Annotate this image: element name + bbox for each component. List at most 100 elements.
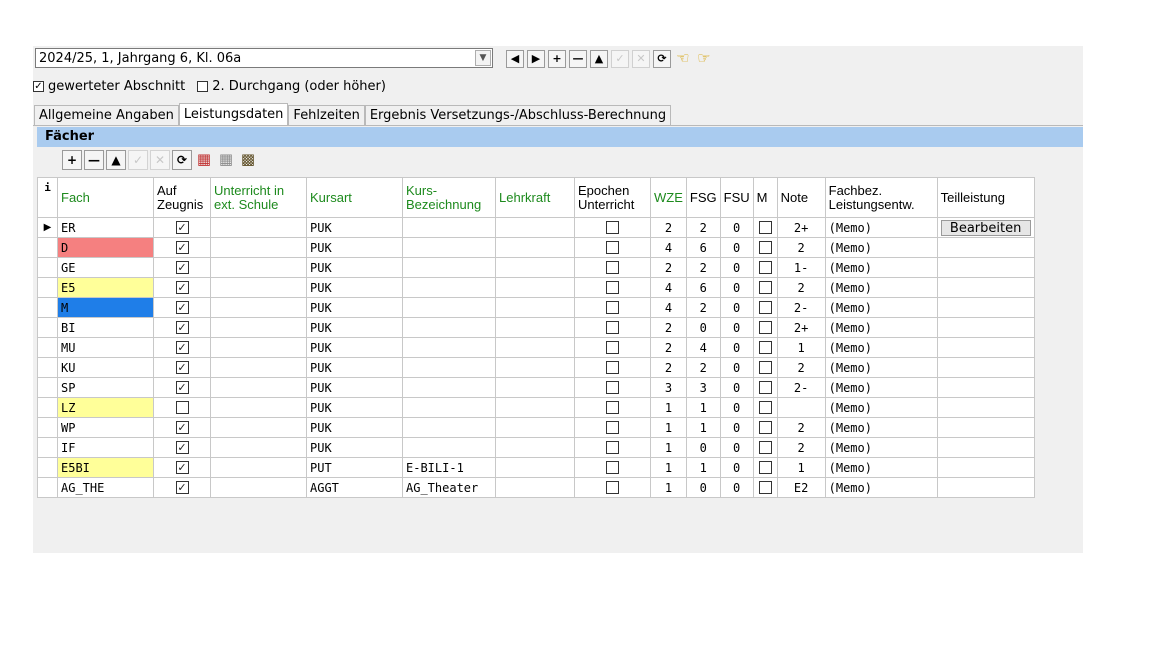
cell-epochen[interactable] <box>574 217 651 238</box>
cell-fsg[interactable]: 2 <box>685 217 721 238</box>
cell-fsg[interactable]: 6 <box>685 237 721 258</box>
cell-note[interactable]: 2 <box>776 437 826 458</box>
tab-ergebnis[interactable]: Ergebnis Versetzungs-/Abschluss-Berechnu… <box>364 105 672 125</box>
cell-note[interactable]: 2+ <box>776 217 826 238</box>
table-row[interactable]: LZ PUK 1 1 0 (Memo) <box>37 397 1035 418</box>
reload-icon[interactable]: ⟳ <box>172 150 192 170</box>
epochen-checkbox[interactable] <box>606 361 619 374</box>
table-row[interactable]: MU ✓ PUK 2 4 0 1 (Memo) <box>37 337 1035 358</box>
cell-kurs-bezeichnung[interactable] <box>402 277 496 298</box>
cell-wze[interactable]: 4 <box>650 297 687 318</box>
cell-unterricht-ext[interactable] <box>210 297 307 318</box>
cell-lehrkraft[interactable] <box>495 317 575 338</box>
cell-wze[interactable]: 2 <box>650 257 687 278</box>
table-row[interactable]: ▶ ER ✓ PUK 2 2 0 2+ (Memo) Bearbeiten <box>37 217 1035 238</box>
cell-unterricht-ext[interactable] <box>210 317 307 338</box>
cell-epochen[interactable] <box>574 237 651 258</box>
cell-epochen[interactable] <box>574 477 651 498</box>
cell-auf-zeugnis[interactable]: ✓ <box>153 417 211 438</box>
table-row[interactable]: IF ✓ PUK 1 0 0 2 (Memo) <box>37 437 1035 458</box>
cell-note[interactable]: 2- <box>776 297 826 318</box>
cell-kurs-bezeichnung[interactable]: AG_Theater <box>402 477 496 498</box>
cell-kurs-bezeichnung[interactable] <box>402 377 496 398</box>
post-check-icon[interactable]: ✓ <box>611 50 629 68</box>
cell-auf-zeugnis[interactable]: ✓ <box>153 437 211 458</box>
cell-kurs-bezeichnung[interactable] <box>402 257 496 278</box>
cell-fach[interactable]: ER <box>57 217 154 238</box>
cell-fsg[interactable]: 2 <box>685 297 721 318</box>
cell-fsu[interactable]: 0 <box>719 277 754 298</box>
cell-kursart[interactable]: PUK <box>306 217 403 238</box>
cell-wze[interactable]: 1 <box>650 417 687 438</box>
m-checkbox[interactable] <box>758 221 772 234</box>
cell-m[interactable] <box>752 397 778 418</box>
cell-kursart[interactable]: PUK <box>306 237 403 258</box>
cell-fsu[interactable]: 0 <box>719 377 754 398</box>
cell-auf-zeugnis[interactable]: ✓ <box>153 237 211 258</box>
cell-fsg[interactable]: 1 <box>685 417 721 438</box>
header-fachbez[interactable]: Fachbez. Leistungsentw. <box>824 177 938 218</box>
cell-teilleistung[interactable] <box>936 357 1035 378</box>
cell-m[interactable] <box>752 417 778 438</box>
insert-record-icon[interactable]: + <box>548 50 566 68</box>
cell-fach[interactable]: KU <box>57 357 154 378</box>
cell-fachbez[interactable]: (Memo) <box>824 397 938 418</box>
cell-fachbez[interactable]: (Memo) <box>824 357 938 378</box>
next-record-icon[interactable]: ▶ <box>527 50 545 68</box>
epochen-checkbox[interactable] <box>606 341 619 354</box>
header-unterricht-ext[interactable]: Unterricht in ext. Schule <box>210 177 307 218</box>
cell-kursart[interactable]: PUK <box>306 277 403 298</box>
cell-wze[interactable]: 1 <box>650 477 687 498</box>
m-checkbox[interactable] <box>758 481 772 494</box>
cell-wze[interactable]: 4 <box>650 277 687 298</box>
header-wze[interactable]: WZE <box>650 177 687 218</box>
cell-fsu[interactable]: 0 <box>719 437 754 458</box>
epochen-checkbox[interactable] <box>606 281 619 294</box>
auf-zeugnis-checkbox[interactable]: ✓ <box>175 341 189 354</box>
cell-epochen[interactable] <box>574 397 651 418</box>
cell-auf-zeugnis[interactable]: ✓ <box>153 217 211 238</box>
edit-record-icon[interactable]: ▲ <box>590 50 608 68</box>
tab-allgemeine-angaben[interactable]: Allgemeine Angaben <box>34 105 179 125</box>
table-row[interactable]: D ✓ PUK 4 6 0 2 (Memo) <box>37 237 1035 258</box>
cell-auf-zeugnis[interactable]: ✓ <box>153 277 211 298</box>
cell-unterricht-ext[interactable] <box>210 277 307 298</box>
m-checkbox[interactable] <box>758 381 772 394</box>
cell-auf-zeugnis[interactable]: ✓ <box>153 457 211 478</box>
cell-fsg[interactable]: 3 <box>685 377 721 398</box>
table-row[interactable]: E5 ✓ PUK 4 6 0 2 (Memo) <box>37 277 1035 298</box>
cell-note[interactable]: 2 <box>776 277 826 298</box>
gewertet-checkbox[interactable]: ✓ <box>33 81 44 92</box>
cell-fach[interactable]: IF <box>57 437 154 458</box>
cell-m[interactable] <box>752 317 778 338</box>
cell-teilleistung[interactable] <box>936 397 1035 418</box>
epochen-checkbox[interactable] <box>606 401 619 414</box>
bearbeiten-button[interactable]: Bearbeiten <box>940 219 1031 236</box>
auf-zeugnis-checkbox[interactable]: ✓ <box>175 421 189 434</box>
cell-kursart[interactable]: PUK <box>306 377 403 398</box>
cell-auf-zeugnis[interactable]: ✓ <box>153 477 211 498</box>
cell-note[interactable]: 2 <box>776 357 826 378</box>
cell-kursart[interactable]: PUK <box>306 417 403 438</box>
cell-fach[interactable]: GE <box>57 257 154 278</box>
m-checkbox[interactable] <box>758 341 772 354</box>
cell-auf-zeugnis[interactable]: ✓ <box>153 337 211 358</box>
cell-fachbez[interactable]: (Memo) <box>824 377 938 398</box>
cell-teilleistung[interactable] <box>936 337 1035 358</box>
cell-fach[interactable]: AG_THE <box>57 477 154 498</box>
refresh-icon[interactable]: ⟳ <box>653 50 671 68</box>
cell-fach[interactable]: E5BI <box>57 457 154 478</box>
auf-zeugnis-checkbox[interactable]: ✓ <box>175 241 189 254</box>
cell-fsu[interactable]: 0 <box>719 217 754 238</box>
cell-note[interactable]: 1- <box>776 257 826 278</box>
cell-note[interactable]: E2 <box>776 477 826 498</box>
cell-kursart[interactable]: PUK <box>306 337 403 358</box>
cell-fachbez[interactable]: (Memo) <box>824 477 938 498</box>
cell-m[interactable] <box>752 457 778 478</box>
hand-right-icon[interactable]: ☞ <box>695 50 713 68</box>
cell-wze[interactable]: 1 <box>650 457 687 478</box>
auf-zeugnis-checkbox[interactable]: ✓ <box>175 461 189 474</box>
auf-zeugnis-checkbox[interactable] <box>175 401 189 414</box>
header-info[interactable]: i <box>37 177 58 218</box>
epochen-checkbox[interactable] <box>606 441 619 454</box>
